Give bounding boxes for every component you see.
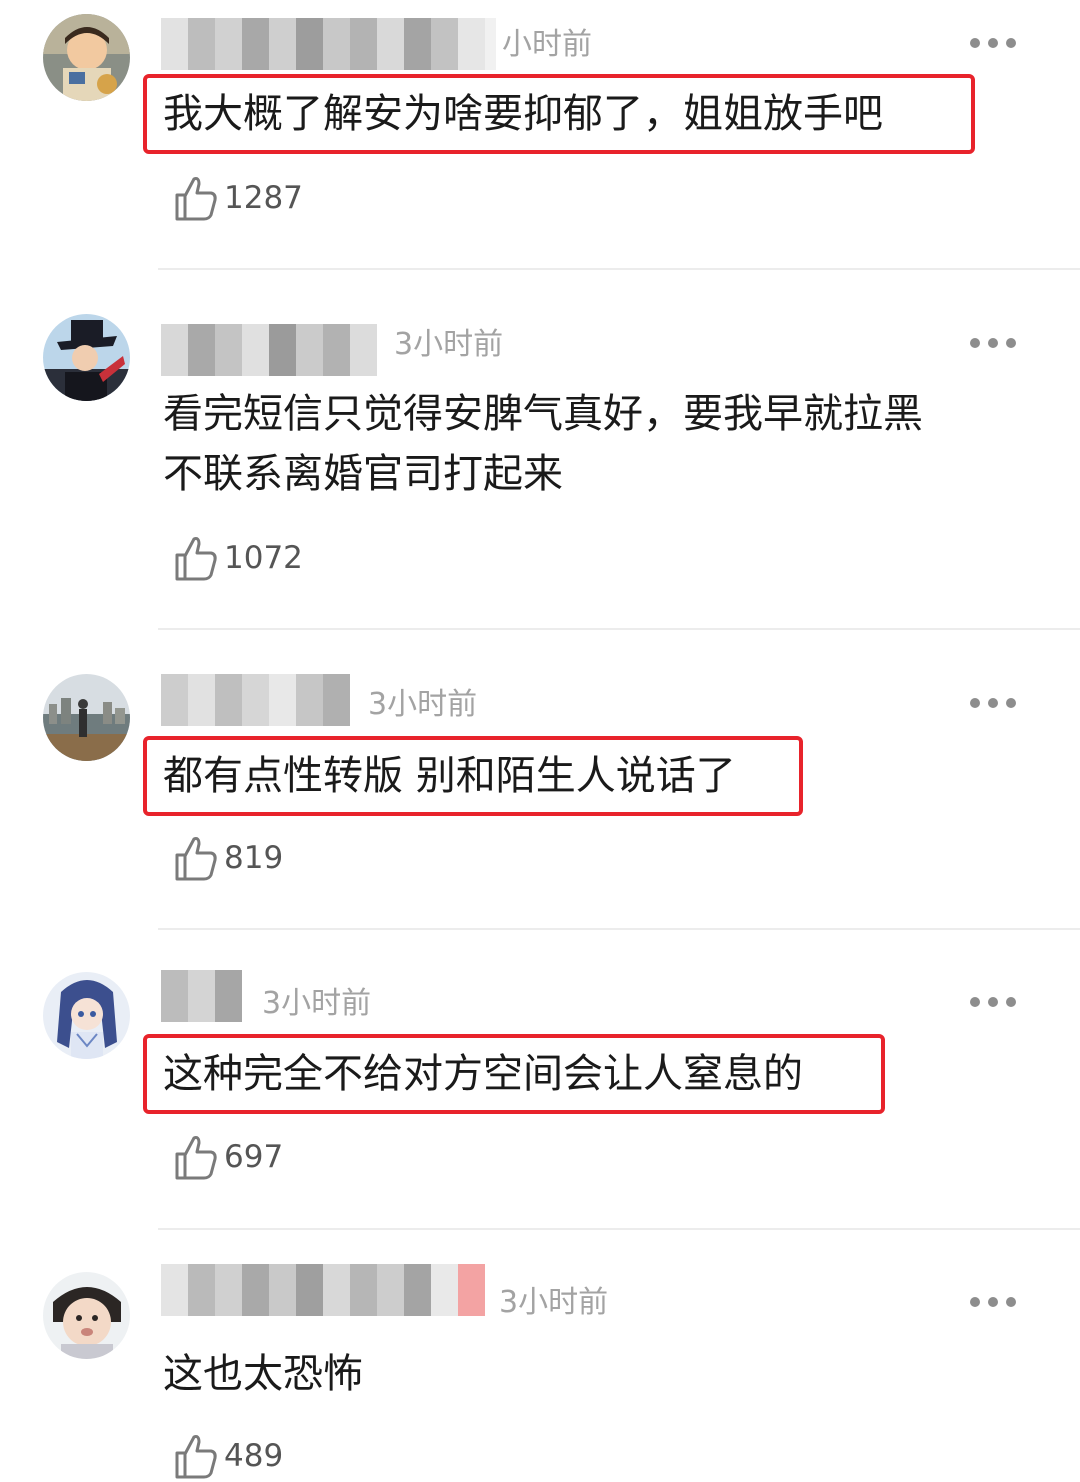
comment-time: 3小时前 [499, 1285, 609, 1320]
like-count: 1287 [224, 180, 303, 216]
cityscape-avatar-icon[interactable] [43, 674, 130, 761]
baby-avatar-icon[interactable] [43, 1272, 130, 1359]
child-avatar-icon[interactable] [43, 14, 130, 101]
username-blurred[interactable] [161, 674, 350, 726]
thumbs-up-icon [175, 1136, 217, 1180]
like-button[interactable]: 489 [174, 1432, 283, 1480]
username-blurred[interactable] [161, 18, 496, 70]
comment-text-line: 这种完全不给对方空间会让人窒息的 [163, 1051, 803, 1097]
more-dots-icon[interactable] [970, 337, 1016, 349]
comment-text: 都有点性转版 别和陌生人说话了 [163, 746, 736, 806]
comment-text: 我大概了解安为啥要抑郁了，姐姐放手吧 [163, 84, 883, 144]
hat-person-avatar-icon[interactable] [43, 314, 130, 401]
like-count: 489 [224, 1438, 284, 1474]
like-button[interactable]: 697 [174, 1133, 283, 1181]
comment-text-line: 看完短信只觉得安脾气真好，要我早就拉黑 [163, 391, 923, 437]
anime-character-avatar-icon[interactable] [43, 972, 130, 1059]
username-blurred[interactable] [161, 970, 242, 1022]
comment-feed: 小时前 我大概了解安为啥要抑郁了，姐姐放手吧 1287 3小时前 看完短信只觉得… [0, 0, 1080, 1482]
comment-text: 这种完全不给对方空间会让人窒息的 [163, 1044, 803, 1104]
comment-item: 3小时前 都有点性转版 别和陌生人说话了 819 [0, 630, 1080, 930]
comment-item: 3小时前 这也太恐怖 489 [0, 1230, 1080, 1482]
comment-text: 看完短信只觉得安脾气真好，要我早就拉黑 不联系离婚官司打起来 [163, 384, 923, 504]
more-dots-icon[interactable] [970, 37, 1016, 49]
comment-time: 3小时前 [394, 327, 504, 362]
comment-time: 小时前 [502, 27, 592, 62]
like-count: 1072 [224, 540, 303, 576]
comment-text: 这也太恐怖 [163, 1344, 363, 1404]
comment-text-line: 这也太恐怖 [163, 1351, 363, 1397]
comment-text-line: 我大概了解安为啥要抑郁了，姐姐放手吧 [163, 91, 883, 137]
comment-item: 3小时前 看完短信只觉得安脾气真好，要我早就拉黑 不联系离婚官司打起来 1072 [0, 270, 1080, 630]
like-button[interactable]: 1287 [174, 174, 303, 222]
like-count: 819 [224, 840, 284, 876]
thumbs-up-icon [175, 537, 217, 581]
more-dots-icon[interactable] [970, 996, 1016, 1008]
comment-time: 3小时前 [262, 986, 372, 1021]
comment-item: 3小时前 这种完全不给对方空间会让人窒息的 697 [0, 930, 1080, 1230]
comment-text-line: 不联系离婚官司打起来 [163, 451, 563, 497]
comment-time: 3小时前 [368, 687, 478, 722]
like-button[interactable]: 1072 [174, 534, 303, 582]
username-blurred[interactable] [161, 1264, 485, 1316]
thumbs-up-icon [175, 837, 217, 881]
thumbs-up-icon [175, 177, 217, 221]
more-dots-icon[interactable] [970, 1296, 1016, 1308]
like-button[interactable]: 819 [174, 834, 283, 882]
comment-item: 小时前 我大概了解安为啥要抑郁了，姐姐放手吧 1287 [0, 0, 1080, 270]
like-count: 697 [224, 1139, 284, 1175]
comment-text-line: 都有点性转版 别和陌生人说话了 [163, 753, 736, 799]
thumbs-up-icon [175, 1435, 217, 1479]
more-dots-icon[interactable] [970, 697, 1016, 709]
username-blurred[interactable] [161, 324, 377, 376]
